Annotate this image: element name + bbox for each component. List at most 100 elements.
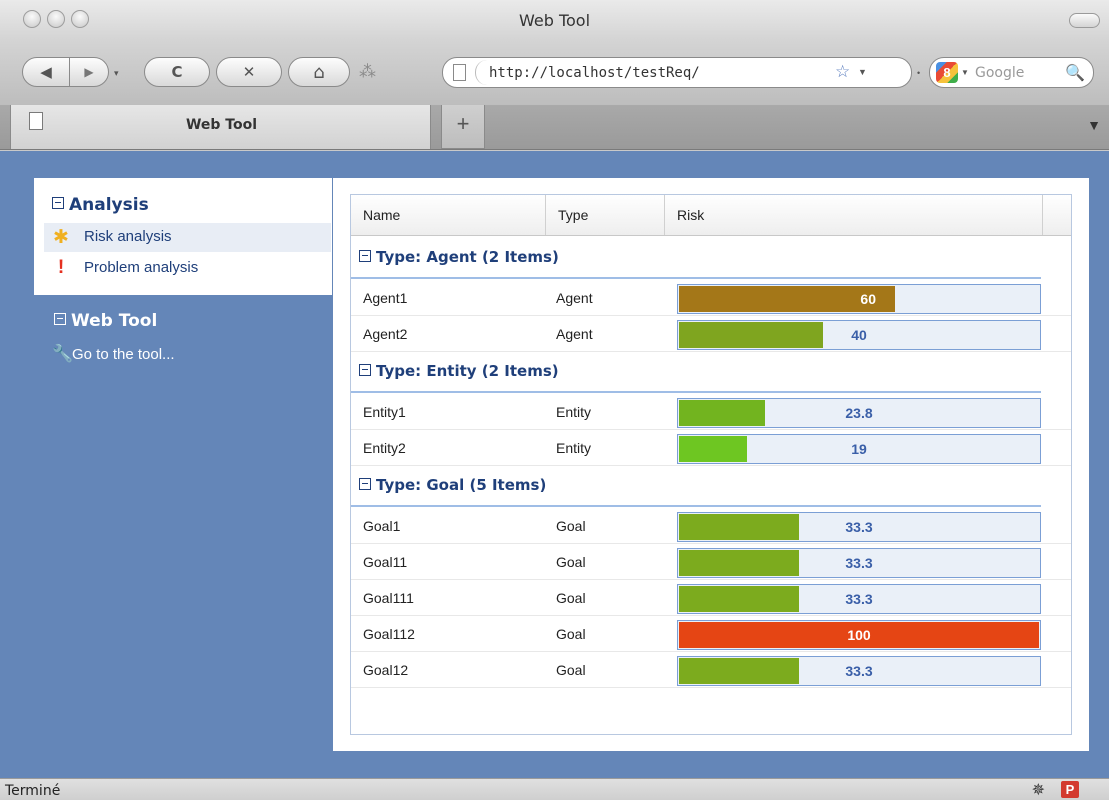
- tab-list-icon[interactable]: ▼: [1087, 117, 1101, 133]
- group-header[interactable]: Type: Agent (2 Items): [359, 248, 559, 266]
- risk-bar: 100: [677, 620, 1041, 650]
- risk-bar: 33.3: [677, 656, 1041, 686]
- risk-value: 23.8: [845, 405, 873, 421]
- toolbar-toggle-button[interactable]: [1069, 13, 1100, 28]
- group-divider: [351, 391, 1041, 393]
- cell-type: Entity: [556, 440, 592, 456]
- home-icon: ⌂: [313, 61, 325, 83]
- collapse-icon[interactable]: [359, 363, 371, 376]
- search-input[interactable]: Google: [975, 65, 1024, 81]
- exclamation-icon: !: [57, 257, 65, 278]
- go-to-tool-label: Go to the tool...: [72, 346, 175, 363]
- bookmark-star-icon[interactable]: ☆: [835, 62, 850, 82]
- webtool-title: Web Tool: [71, 311, 158, 331]
- analysis-nav-panel: Analysis ✱ Risk analysis ! Problem analy…: [34, 178, 332, 295]
- back-button[interactable]: ◀: [22, 57, 70, 87]
- cell-name: Goal111: [363, 590, 414, 606]
- collapse-icon[interactable]: [359, 477, 371, 490]
- engine-dropdown-icon[interactable]: ▼: [961, 68, 969, 77]
- risk-bar: 23.8: [677, 398, 1041, 428]
- wrench-icon: 🔧: [52, 344, 74, 363]
- risk-bar: 19: [677, 434, 1041, 464]
- status-text: Terminé: [5, 783, 61, 799]
- stop-button[interactable]: ✕: [216, 57, 282, 87]
- cell-type: Goal: [556, 518, 586, 534]
- url-input[interactable]: http://localhost/testReq/: [489, 65, 700, 81]
- collapse-icon[interactable]: [52, 197, 64, 209]
- collapse-icon[interactable]: [54, 313, 66, 325]
- column-header-risk[interactable]: Risk: [665, 195, 1043, 235]
- table-row[interactable]: Goal12 Goal 33.3: [351, 652, 1071, 688]
- table-row[interactable]: Goal1 Goal 33.3: [351, 508, 1071, 544]
- cell-name: Goal112: [363, 626, 415, 642]
- column-header-type[interactable]: Type: [546, 195, 665, 235]
- risk-bar: 33.3: [677, 584, 1041, 614]
- risk-bar: 40: [677, 320, 1041, 350]
- tab-web-tool[interactable]: Web Tool: [10, 105, 431, 149]
- risk-grid: Name Type Risk Type: Agent (2 Items) Agen…: [350, 194, 1072, 735]
- reload-button[interactable]: C: [144, 57, 210, 87]
- collapse-icon[interactable]: [359, 249, 371, 262]
- nav-item-risk-analysis[interactable]: ✱ Risk analysis: [44, 223, 331, 252]
- url-bar[interactable]: http://localhost/testReq/ ☆ ▼: [442, 57, 912, 88]
- risk-grid-panel: Name Type Risk Type: Agent (2 Items) Agen…: [333, 178, 1089, 751]
- table-row[interactable]: Agent1 Agent 60: [351, 280, 1071, 316]
- cell-name: Agent2: [363, 326, 408, 342]
- forward-button[interactable]: ▶: [69, 57, 109, 87]
- table-row[interactable]: Goal11 Goal 33.3: [351, 544, 1071, 580]
- group-title: Type: Entity (2 Items): [376, 362, 559, 380]
- cell-type: Entity: [556, 404, 592, 420]
- p-addon-icon[interactable]: P: [1061, 781, 1079, 798]
- nav-item-problem-analysis[interactable]: ! Problem analysis: [44, 254, 331, 283]
- cell-type: Goal: [556, 626, 586, 642]
- table-row[interactable]: Entity1 Entity 23.8: [351, 394, 1071, 430]
- risk-value: 33.3: [845, 663, 873, 679]
- webtool-section-header[interactable]: Web Tool: [54, 311, 157, 331]
- table-row[interactable]: Agent2 Agent 40: [351, 316, 1071, 352]
- risk-value: 19: [851, 441, 867, 457]
- table-row[interactable]: Goal111 Goal 33.3: [351, 580, 1071, 616]
- risk-value: 100: [847, 627, 871, 643]
- addons-icon[interactable]: ⁂: [359, 62, 376, 82]
- cell-type: Agent: [556, 290, 593, 306]
- search-bar[interactable]: 8 ▼ Google 🔍: [929, 57, 1094, 88]
- page-favicon-icon: [453, 64, 466, 81]
- grid-header: Name Type Risk: [351, 195, 1071, 236]
- column-header-name[interactable]: Name: [351, 195, 546, 235]
- stop-icon: ✕: [242, 63, 256, 81]
- group-divider: [351, 505, 1041, 507]
- group-header[interactable]: Type: Goal (5 Items): [359, 476, 546, 494]
- group-header[interactable]: Type: Entity (2 Items): [359, 362, 559, 380]
- window-title: Web Tool: [518, 11, 591, 30]
- tab-bar: Web Tool + ▼: [0, 105, 1109, 150]
- cell-name: Entity2: [363, 440, 406, 456]
- history-dropdown-icon[interactable]: ▾: [114, 68, 119, 79]
- cell-name: Entity1: [363, 404, 406, 420]
- group-title: Type: Agent (2 Items): [376, 248, 559, 266]
- google-engine-icon[interactable]: 8: [936, 62, 958, 83]
- risk-value: 33.3: [845, 591, 873, 607]
- new-tab-button[interactable]: +: [441, 105, 485, 149]
- home-button[interactable]: ⌂: [288, 57, 350, 87]
- cell-name: Agent1: [363, 290, 408, 306]
- page-content: Analysis ✱ Risk analysis ! Problem analy…: [0, 151, 1109, 778]
- risk-bar: 33.3: [677, 548, 1041, 578]
- url-history-dropdown-icon[interactable]: ▼: [858, 67, 867, 77]
- search-icon[interactable]: 🔍: [1065, 63, 1085, 83]
- cell-name: Goal1: [363, 518, 401, 534]
- go-to-tool-link[interactable]: 🔧Go to the tool...: [52, 344, 175, 364]
- risk-value: 40: [851, 327, 867, 343]
- risk-bar: 33.3: [677, 512, 1041, 542]
- analysis-section-header[interactable]: Analysis: [52, 195, 149, 215]
- table-row[interactable]: Goal112 Goal 100: [351, 616, 1071, 652]
- group-divider: [351, 277, 1041, 279]
- firebug-icon[interactable]: ✵: [1032, 780, 1045, 800]
- table-row[interactable]: Entity2 Entity 19: [351, 430, 1071, 466]
- url-separator-dot-icon: •: [917, 68, 921, 78]
- tab-label: Web Tool: [185, 117, 258, 133]
- cell-type: Goal: [556, 554, 586, 570]
- asterisk-icon: ✱: [53, 227, 69, 248]
- cell-name: Goal11: [363, 554, 408, 570]
- cell-type: Goal: [556, 590, 586, 606]
- group-title: Type: Goal (5 Items): [376, 476, 547, 494]
